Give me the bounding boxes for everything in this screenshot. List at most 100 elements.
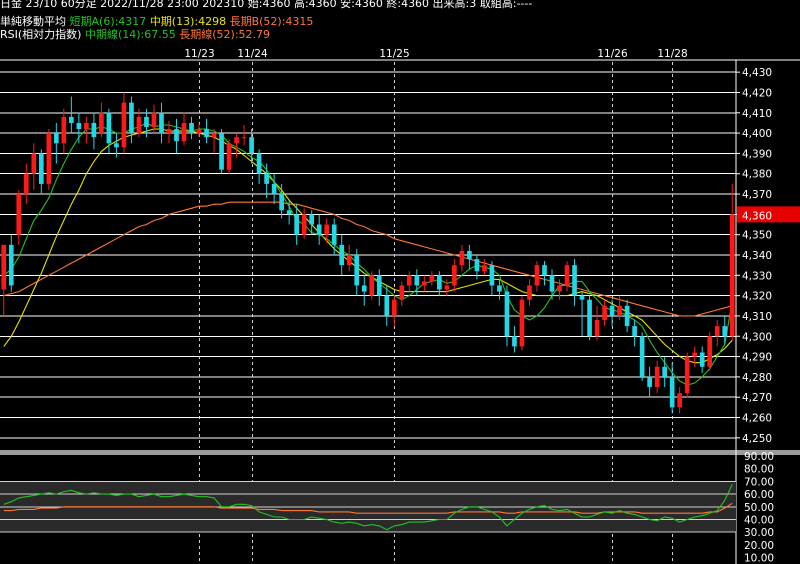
price-tick-label: 4,330 (742, 270, 772, 282)
candle-body (324, 224, 330, 235)
candle-body (249, 137, 254, 154)
price-chart[interactable]: 4,250 4,260 4,270 4,280 4,290 4,300 4,310 4,320… (0, 0, 800, 564)
candle-body (549, 275, 555, 292)
ma-long-line (3, 201, 733, 317)
candle-body (301, 214, 307, 235)
price-tick-label: 4,350 (742, 230, 772, 242)
candle-body (114, 143, 119, 148)
candle-body (84, 122, 89, 130)
candle-body (339, 244, 345, 266)
candle-body (482, 265, 487, 272)
candle-body (106, 112, 112, 144)
candle-body (136, 116, 142, 134)
candle-body (647, 376, 652, 388)
candle-body (692, 352, 698, 357)
candle-body (677, 393, 683, 408)
ma-mid-line (3, 128, 733, 364)
candle-body (459, 250, 465, 266)
candle-body (16, 194, 22, 235)
candle-body (316, 224, 322, 235)
candle-body (662, 366, 667, 377)
candle-body (624, 305, 630, 327)
candle-body (346, 255, 352, 266)
candle-body (174, 129, 179, 142)
candle-body (406, 275, 412, 286)
candle-body (361, 285, 367, 292)
candle-body (684, 356, 690, 394)
candle-body (534, 265, 540, 286)
candle-body (196, 129, 202, 134)
candle-body (99, 112, 104, 134)
price-tick-label: 4,280 (742, 372, 772, 384)
price-tick-label: 4,250 (742, 433, 772, 445)
candle-body (467, 250, 472, 260)
candle-body (617, 305, 622, 316)
rsi-tick-label: 60.00 (744, 489, 774, 501)
candle-body (399, 285, 405, 300)
candle-body (279, 194, 284, 211)
candle-body (452, 265, 457, 286)
rsi-tick-label: 80.00 (744, 464, 774, 476)
price-tick-label: 4,260 (742, 413, 772, 425)
candle-body (512, 336, 517, 347)
candle-body (489, 265, 495, 286)
candle-body (639, 336, 645, 377)
candle-body (609, 305, 615, 316)
date-tick-label: 11/26 (597, 48, 628, 60)
price-tick-label: 4,270 (742, 392, 772, 404)
price-tick-label: 4,400 (742, 128, 772, 140)
rsi-tick-label: 50.00 (744, 502, 774, 514)
candle-body (271, 183, 277, 195)
rsi-tick-label: 20.00 (744, 540, 774, 552)
candle-body (729, 214, 735, 337)
candle-body (519, 299, 525, 347)
candle-body (331, 224, 337, 245)
candle-body (632, 326, 637, 337)
candle-body (579, 295, 585, 300)
candle-body (144, 116, 149, 128)
candle-body (542, 265, 547, 276)
price-tick-label: 4,380 (742, 169, 772, 181)
candle-body (707, 336, 713, 367)
candle-body (437, 275, 442, 290)
price-tick-label: 4,310 (742, 311, 772, 323)
date-tick-label: 11/25 (379, 48, 409, 60)
price-tick-label: 4,320 (742, 291, 772, 303)
candle-body (384, 295, 390, 316)
candle-body (23, 173, 29, 195)
candle-body (151, 112, 157, 128)
candle-body (204, 129, 209, 138)
candle-body (564, 265, 570, 286)
candle-body (602, 305, 607, 321)
candle-body (256, 153, 262, 174)
candle-body (474, 259, 480, 272)
ma-short-line (3, 122, 733, 386)
rsi-tick-label: 70.00 (744, 476, 774, 488)
candle-body (391, 299, 397, 316)
candle-body (414, 275, 420, 286)
candle-body (294, 214, 299, 235)
candle-body (587, 299, 592, 337)
panel-divider-bar (0, 450, 800, 455)
candle-body (286, 210, 292, 215)
candle-body (53, 133, 59, 144)
candle-body (572, 265, 577, 296)
candle-body (699, 352, 705, 367)
rsi-tick-label: 40.00 (744, 515, 774, 527)
price-tick-label: 4,300 (742, 331, 772, 343)
candle-body (354, 255, 360, 286)
candle-body (159, 112, 164, 134)
candle-body (722, 326, 728, 337)
price-tick-label: 4,390 (742, 148, 772, 160)
candle-body (69, 116, 74, 123)
candle-body (129, 102, 134, 134)
candle-body (369, 275, 375, 296)
candle-body (669, 376, 675, 408)
candle-body (181, 122, 187, 142)
candle-body (91, 122, 97, 138)
candle-body (46, 133, 52, 184)
candle-body (714, 326, 720, 337)
candle-body (504, 291, 510, 337)
candle-body (376, 275, 382, 296)
candle-body (594, 320, 600, 337)
